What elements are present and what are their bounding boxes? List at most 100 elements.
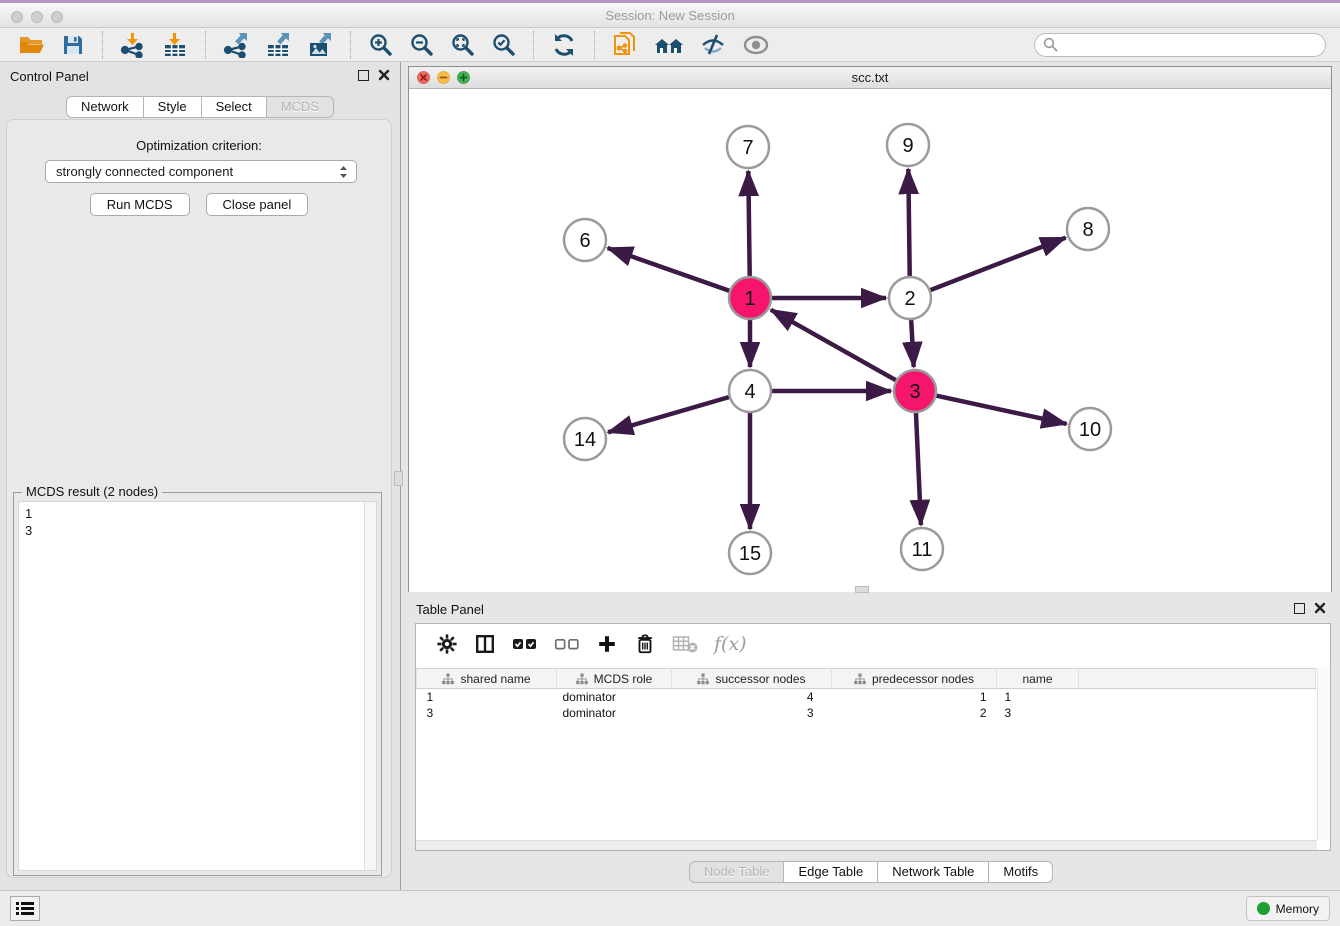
graph-edge-2-9[interactable] [908,169,909,276]
table-row[interactable]: 3dominator323 [417,705,1316,721]
tab-mcds[interactable]: MCDS [267,96,334,118]
import-network-button[interactable] [118,30,148,60]
tab-network[interactable]: Network [66,96,144,118]
graph-edge-1-6[interactable] [608,248,730,291]
table-horizontal-scrollbar[interactable] [416,840,1317,850]
hierarchy-icon [854,673,866,685]
close-panel-icon[interactable] [378,69,390,81]
column-header-shared-name[interactable]: shared name [417,669,557,689]
column-header-name[interactable]: name [997,669,1079,689]
delete-column-button[interactable] [634,633,656,655]
table-panel: Table Panel [402,595,1340,890]
export-network-button[interactable] [221,30,251,60]
status-bar: Memory [0,890,1340,926]
node-table: shared name MCDS role successor nodesprede… [416,668,1316,721]
horizontal-splitter-handle[interactable] [855,586,869,593]
export-image-button[interactable] [305,30,335,60]
cell-shared-name[interactable]: 1 [417,689,557,705]
column-header-successor-nodes[interactable]: successor nodes [672,669,832,689]
network-graph[interactable]: 7968124314101511 [409,89,1331,592]
graph-edge-1-7[interactable] [748,171,749,276]
zoom-out-button[interactable] [407,30,436,59]
network-view-window: scc.txt 7968124314101511 [408,66,1332,592]
import-table-button[interactable] [160,30,190,60]
zoom-in-button[interactable] [366,30,395,59]
zoom-selected-icon [491,32,516,57]
cell-predecessor-nodes[interactable]: 1 [832,689,997,705]
hierarchy-icon [442,673,454,685]
graph-edge-2-3[interactable] [911,320,914,367]
network-window-titlebar[interactable]: scc.txt [409,67,1331,89]
network-canvas[interactable]: 7968124314101511 [409,89,1331,592]
cell-successor-nodes[interactable]: 4 [672,689,832,705]
toolbar-separator [205,31,206,59]
float-table-panel-icon[interactable] [1294,603,1305,614]
memory-button[interactable]: Memory [1246,896,1330,921]
close-table-panel-icon[interactable] [1314,602,1326,614]
search-input[interactable] [1063,38,1317,52]
tab-style[interactable]: Style [144,96,202,118]
tab-motifs[interactable]: Motifs [989,861,1053,883]
graph-edge-3-1[interactable] [771,310,896,380]
apply-layout-button[interactable] [549,30,579,60]
cell-name[interactable]: 3 [997,705,1079,721]
cell-MCDS-role[interactable]: dominator [557,689,672,705]
column-header-predecessor-nodes[interactable]: predecessor nodes [832,669,997,689]
column-label: MCDS role [594,672,653,686]
show-details-button[interactable] [740,31,772,59]
export-network-icon [223,32,249,58]
open-session-button[interactable] [16,31,47,59]
delete-table-button[interactable] [672,634,698,654]
zoom-fit-button[interactable] [448,30,477,59]
function-builder-button[interactable]: f(x) [714,633,747,655]
tab-select[interactable]: Select [202,96,267,118]
create-column-button[interactable] [596,633,618,655]
tab-edge-table[interactable]: Edge Table [784,861,878,883]
result-scrollbar[interactable] [364,502,376,870]
float-panel-icon[interactable] [358,70,369,81]
show-column-button[interactable] [474,633,496,655]
export-table-button[interactable] [263,30,293,60]
hide-details-button[interactable] [698,30,728,60]
show-log-button[interactable] [10,896,40,921]
vertical-splitter-handle[interactable] [394,471,403,486]
graph-edge-4-14[interactable] [608,397,729,432]
close-panel-button[interactable]: Close panel [206,193,309,216]
control-panel-tabs: Network Style Select MCDS [0,96,400,118]
zoom-selected-button[interactable] [489,30,518,59]
search-box[interactable] [1034,33,1326,57]
graph-node-label-10: 10 [1079,419,1101,441]
tab-network-table[interactable]: Network Table [878,861,989,883]
mcds-result-groupbox: MCDS result (2 nodes) 1 3 [13,492,382,876]
cell-predecessor-nodes[interactable]: 2 [832,705,997,721]
home-button[interactable] [652,31,686,59]
main-toolbar [0,28,1340,62]
criterion-dropdown[interactable]: strongly connected component [45,160,357,183]
save-session-button[interactable] [59,31,87,59]
network-from-file-button[interactable] [610,30,640,60]
table-tabs: Node Table Edge Table Network Table Moti… [402,861,1340,883]
cell-shared-name[interactable]: 3 [417,705,557,721]
cell-successor-nodes[interactable]: 3 [672,705,832,721]
deselect-all-button[interactable] [554,635,580,653]
cell-name[interactable]: 1 [997,689,1079,705]
column-header-filler [1079,669,1316,689]
table-header-row[interactable]: shared name MCDS role successor nodesprede… [417,669,1316,689]
column-label: name [1022,672,1052,686]
graph-edge-3-10[interactable] [936,396,1066,424]
mcds-result-text[interactable]: 1 3 [18,501,377,871]
run-mcds-button[interactable]: Run MCDS [90,193,190,216]
table-row[interactable]: 1dominator411 [417,689,1316,705]
memory-label: Memory [1276,902,1319,916]
network-file-icon [612,32,638,58]
table-settings-button[interactable] [436,633,458,655]
graph-edge-3-11[interactable] [916,413,921,525]
select-all-button[interactable] [512,635,538,653]
graph-edge-2-8[interactable] [931,238,1066,290]
tab-node-table[interactable]: Node Table [689,861,785,883]
cell-filler [1079,689,1316,705]
cell-MCDS-role[interactable]: dominator [557,705,672,721]
table-vertical-scrollbar[interactable] [1317,668,1330,840]
column-header-MCDS-role[interactable]: MCDS role [557,669,672,689]
control-panel-header: Control Panel [0,62,400,90]
